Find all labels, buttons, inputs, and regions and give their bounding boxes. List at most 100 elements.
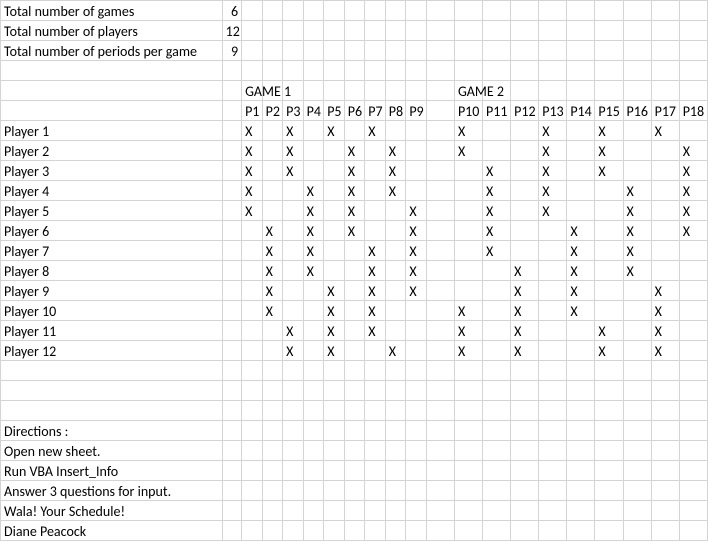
schedule-mark: [365, 341, 386, 361]
schedule-mark: X: [651, 281, 679, 301]
schedule-mark: X: [567, 241, 595, 261]
schedule-mark: [623, 341, 651, 361]
player-name: Player 8: [1, 261, 223, 281]
period-header: P7: [365, 101, 386, 121]
spreadsheet-grid: Total number of games6Total number of pl…: [0, 0, 708, 541]
schedule-mark: [262, 161, 283, 181]
schedule-mark: X: [623, 261, 651, 281]
schedule-mark: [426, 301, 454, 321]
schedule-mark: X: [623, 241, 651, 261]
schedule-mark: [679, 341, 707, 361]
game-1-header: GAME 1: [242, 81, 263, 101]
schedule-mark: [385, 221, 406, 241]
schedule-mark: [511, 181, 539, 201]
schedule-mark: X: [344, 141, 365, 161]
schedule-mark: X: [651, 341, 679, 361]
period-header: P4: [303, 101, 324, 121]
schedule-mark: X: [324, 121, 345, 141]
schedule-mark: [385, 121, 406, 141]
schedule-mark: X: [242, 201, 263, 221]
schedule-mark: [242, 221, 263, 241]
schedule-mark: [426, 141, 454, 161]
player-name: Player 7: [1, 241, 223, 261]
schedule-mark: [679, 301, 707, 321]
schedule-mark: [539, 221, 567, 241]
schedule-mark: X: [303, 261, 324, 281]
schedule-mark: [344, 281, 365, 301]
schedule-mark: [483, 321, 511, 341]
schedule-mark: X: [679, 141, 707, 161]
schedule-mark: X: [651, 121, 679, 141]
directions-heading: Directions :: [1, 421, 223, 441]
period-header: P11: [483, 101, 511, 121]
schedule-mark: X: [595, 161, 623, 181]
schedule-mark: [365, 181, 386, 201]
schedule-mark: [283, 221, 304, 241]
schedule-mark: [324, 241, 345, 261]
total-periods-label: Total number of periods per game: [1, 41, 223, 61]
period-header: P2: [262, 101, 283, 121]
period-header: P8: [385, 101, 406, 121]
schedule-mark: [539, 321, 567, 341]
schedule-mark: X: [567, 221, 595, 241]
schedule-mark: [567, 161, 595, 181]
schedule-mark: [567, 141, 595, 161]
schedule-mark: [426, 161, 454, 181]
schedule-mark: [679, 281, 707, 301]
schedule-mark: [385, 301, 406, 321]
schedule-mark: [651, 141, 679, 161]
schedule-mark: [385, 201, 406, 221]
schedule-mark: X: [385, 141, 406, 161]
directions-line: Wala! Your Schedule!: [1, 501, 223, 521]
period-header: P1: [242, 101, 263, 121]
schedule-mark: X: [283, 321, 304, 341]
schedule-mark: X: [344, 201, 365, 221]
schedule-mark: [595, 241, 623, 261]
schedule-mark: X: [483, 241, 511, 261]
schedule-mark: [426, 241, 454, 261]
schedule-mark: [679, 261, 707, 281]
schedule-mark: X: [454, 301, 482, 321]
schedule-mark: X: [511, 281, 539, 301]
schedule-mark: X: [344, 161, 365, 181]
schedule-mark: [303, 321, 324, 341]
schedule-mark: [567, 181, 595, 201]
schedule-mark: [242, 301, 263, 321]
schedule-mark: [344, 321, 365, 341]
player-name: Player 12: [1, 341, 223, 361]
schedule-mark: [406, 301, 427, 321]
schedule-mark: [385, 261, 406, 281]
schedule-mark: X: [385, 161, 406, 181]
schedule-mark: X: [324, 341, 345, 361]
period-header: P9: [406, 101, 427, 121]
schedule-mark: X: [365, 301, 386, 321]
schedule-mark: [303, 281, 324, 301]
schedule-mark: [567, 121, 595, 141]
schedule-mark: X: [567, 281, 595, 301]
schedule-mark: X: [595, 341, 623, 361]
schedule-mark: X: [365, 121, 386, 141]
schedule-mark: [595, 261, 623, 281]
schedule-mark: [454, 241, 482, 261]
schedule-mark: X: [679, 221, 707, 241]
schedule-mark: [283, 281, 304, 301]
schedule-mark: [454, 261, 482, 281]
schedule-mark: X: [262, 281, 283, 301]
schedule-mark: X: [385, 341, 406, 361]
directions-line: Open new sheet.: [1, 441, 223, 461]
player-name: Player 5: [1, 201, 223, 221]
schedule-mark: [679, 241, 707, 261]
period-header: P17: [651, 101, 679, 121]
schedule-mark: [262, 141, 283, 161]
schedule-mark: [623, 161, 651, 181]
schedule-mark: [426, 281, 454, 301]
player-name: Player 1: [1, 121, 223, 141]
schedule-mark: X: [365, 261, 386, 281]
schedule-mark: [651, 161, 679, 181]
schedule-mark: X: [651, 301, 679, 321]
schedule-mark: [406, 341, 427, 361]
schedule-mark: [623, 141, 651, 161]
schedule-mark: X: [483, 221, 511, 241]
schedule-mark: X: [262, 261, 283, 281]
total-periods-value: 9: [222, 41, 241, 61]
